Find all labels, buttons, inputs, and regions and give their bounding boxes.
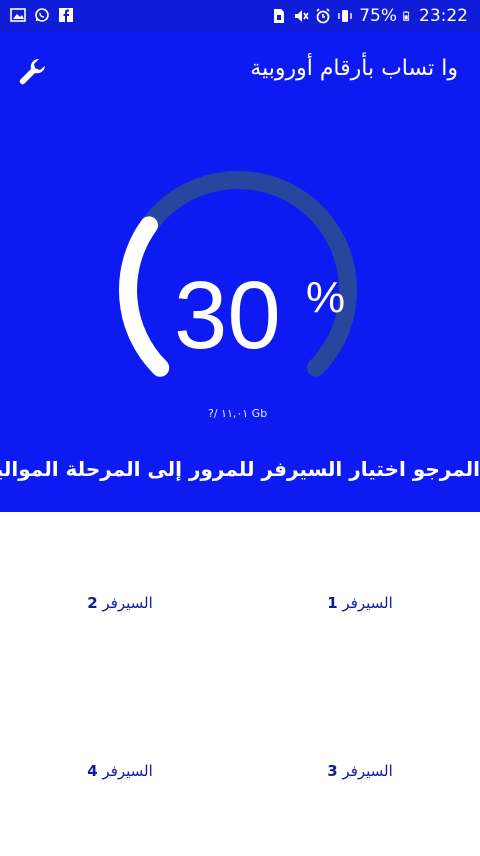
server-2-button[interactable]: السيرفر 2 [0,518,240,688]
progress-percent-value: 30 [174,262,281,369]
server-3-button[interactable]: السيرفر 3 [240,686,480,856]
download-size-label: ?/ ١١,٠١ Gb [208,407,268,420]
gauge-fill [119,216,170,377]
battery-icon [403,11,410,21]
server-4-button[interactable]: السيرفر 4 [0,686,240,856]
sim-icon [274,9,285,23]
server-1-label: السيرفر 1 [327,594,393,612]
mute-icon [295,10,309,22]
percent-sign: % [306,273,346,322]
app-title: وا تساب بأرقام أوروبية [250,56,458,81]
server-4-label: السيرفر 4 [87,762,153,780]
vibrate-icon [338,10,352,22]
status-bar: 75% 23:22 [0,0,480,32]
system-status: 75% 23:22 [271,6,468,26]
battery-percent: 75% [359,6,397,26]
server-2-label: السيرفر 2 [87,594,153,612]
alarm-icon [316,8,330,24]
clock: 23:22 [419,6,468,26]
server-1-button[interactable]: السيرفر 1 [240,518,480,688]
instruction-text: المرجو اختيار السيرفر للمرور إلى المرحلة… [0,457,480,481]
wrench-icon[interactable] [16,56,48,88]
notification-icons [10,7,74,23]
whatsapp-icon [35,8,49,22]
server-3-label: السيرفر 3 [327,762,393,780]
server-grid: السيرفر 1 السيرفر 2 السيرفر 3 السيرفر 4 [0,512,480,854]
image-icon [10,8,26,22]
facebook-icon [59,8,73,22]
